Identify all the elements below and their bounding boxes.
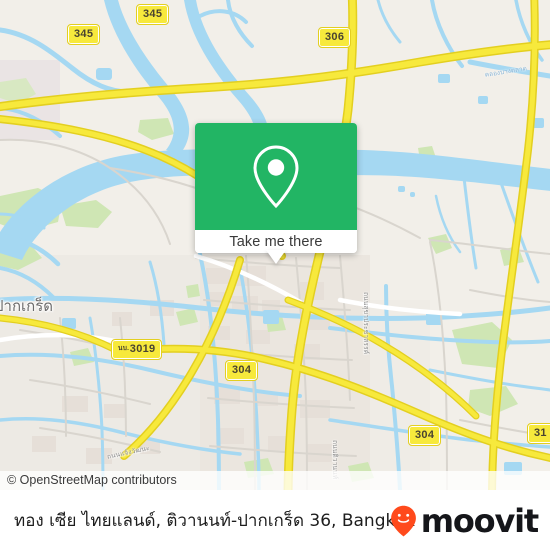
road-shield-306[interactable]: 306 bbox=[317, 27, 352, 48]
osm-attribution[interactable]: © OpenStreetMap contributors bbox=[0, 471, 550, 490]
road-shield-304-b[interactable]: 304 bbox=[407, 425, 442, 446]
moovit-logo[interactable]: moovit bbox=[390, 502, 539, 540]
road-shield-3019[interactable]: นบ.3019 bbox=[110, 339, 163, 360]
road-shield-number: 3019 bbox=[129, 342, 156, 355]
road-shield-345-a[interactable]: 345 bbox=[135, 4, 170, 25]
road-shield-304-a[interactable]: 304 bbox=[224, 360, 259, 381]
road-shield-31[interactable]: 31 bbox=[527, 423, 550, 444]
bottom-bar: ทอง เซีย ไทยแลนด์, ติวานนท์-ปากเกร็ด 36,… bbox=[0, 490, 550, 550]
popup-tail bbox=[266, 250, 286, 264]
moovit-pin-icon bbox=[390, 505, 416, 537]
map-canvas[interactable]: ปากเกร็ด ถนนสุขาประชาสรรค์ ถนนติวานนท์ ถ… bbox=[0, 0, 550, 490]
moovit-map-screenshot: ปากเกร็ด ถนนสุขาประชาสรรค์ ถนนติวานนท์ ถ… bbox=[0, 0, 550, 550]
popup-image-panel bbox=[195, 123, 357, 230]
location-title: ทอง เซีย ไทยแลนด์, ติวานนท์-ปากเกร็ด 36,… bbox=[14, 510, 415, 531]
road-shield-prefix: นบ. bbox=[118, 344, 130, 352]
location-popup[interactable]: Take me there bbox=[195, 123, 357, 268]
popup-card[interactable]: Take me there bbox=[195, 123, 357, 253]
road-shield-345-b[interactable]: 345 bbox=[66, 24, 101, 45]
moovit-wordmark: moovit bbox=[420, 502, 539, 540]
map-pin-icon bbox=[253, 144, 299, 208]
